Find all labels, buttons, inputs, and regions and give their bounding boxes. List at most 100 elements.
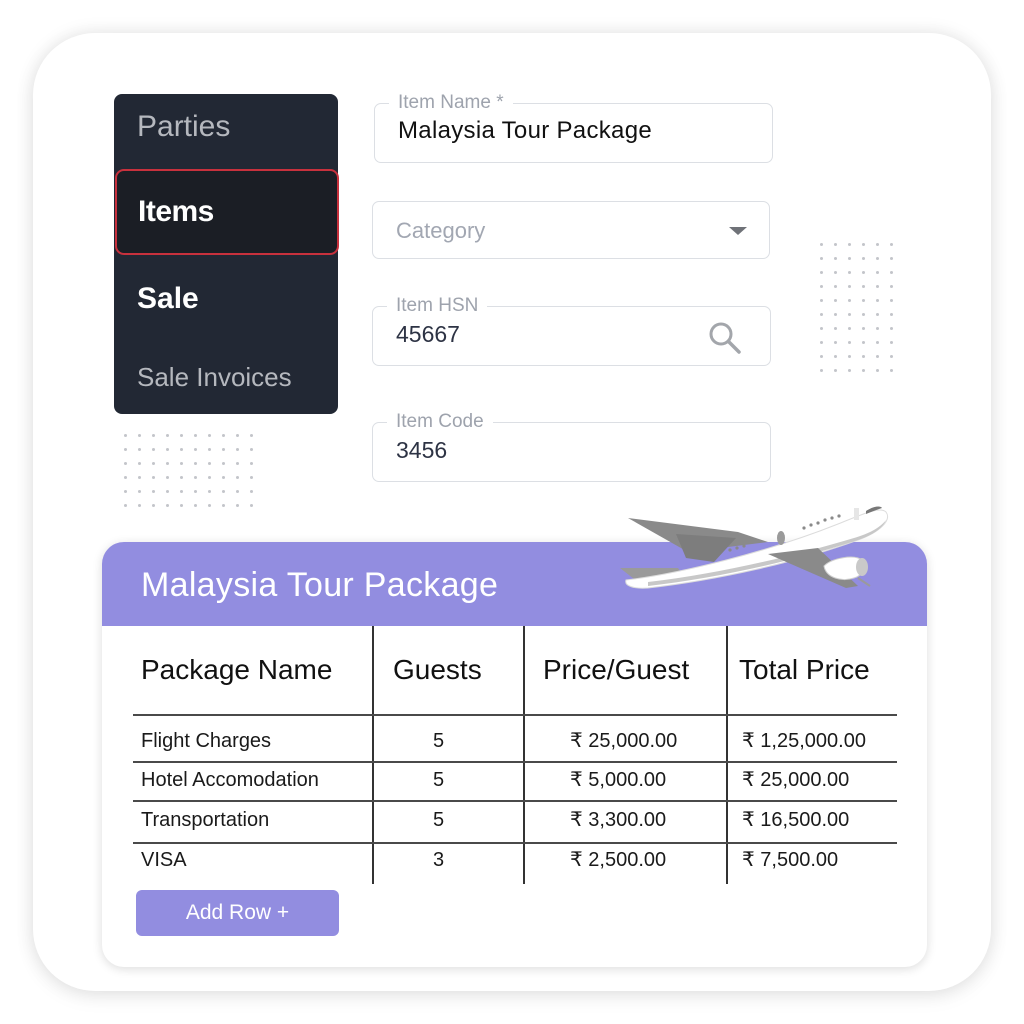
- table-cell-name: Hotel Accomodation: [141, 769, 319, 791]
- item-code-label: Item Code: [387, 411, 493, 433]
- decorative-dot: [236, 504, 239, 507]
- table-cell-name: Transportation: [141, 809, 270, 831]
- decorative-dot: [152, 476, 155, 479]
- row-divider: [133, 842, 897, 844]
- decorative-dot: [848, 355, 851, 358]
- decorative-dot: [848, 299, 851, 302]
- item-name-input[interactable]: Malaysia Tour Package: [398, 116, 652, 146]
- decorative-dot: [820, 313, 823, 316]
- table-cell-price-per-guest: ₹ 25,000.00: [570, 730, 678, 752]
- item-code-input[interactable]: 3456: [396, 435, 447, 465]
- decorative-dot: [834, 341, 837, 344]
- decorative-dot: [862, 257, 865, 260]
- decorative-dot: [834, 257, 837, 260]
- decorative-dot: [834, 355, 837, 358]
- decorative-dot: [236, 476, 239, 479]
- decorative-dot: [208, 490, 211, 493]
- sidebar-item-parties[interactable]: Parties: [114, 108, 338, 152]
- decorative-dot: [152, 434, 155, 437]
- table-cell-guests: 3: [433, 849, 445, 871]
- decorative-dot: [138, 476, 141, 479]
- item-name-field[interactable]: Item Name * Malaysia Tour Package: [374, 92, 773, 163]
- decorative-dot: [876, 313, 879, 316]
- table-cell-price-per-guest: ₹ 5,000.00: [570, 769, 667, 791]
- decorative-dot: [194, 476, 197, 479]
- decorative-dot: [124, 434, 127, 437]
- decorative-dot: [208, 462, 211, 465]
- decorative-dot: [862, 327, 865, 330]
- decorative-dot: [166, 434, 169, 437]
- decorative-dot: [180, 504, 183, 507]
- add-row-button[interactable]: Add Row +: [136, 890, 339, 936]
- decorative-dot: [152, 462, 155, 465]
- decorative-dot: [222, 476, 225, 479]
- chevron-down-icon[interactable]: [729, 227, 747, 235]
- decorative-dot: [862, 313, 865, 316]
- decorative-dot: [138, 490, 141, 493]
- decorative-dot: [194, 490, 197, 493]
- decorative-dot: [876, 355, 879, 358]
- decorative-dot: [208, 434, 211, 437]
- decorative-dot: [876, 257, 879, 260]
- decorative-dot: [820, 243, 823, 246]
- decorative-dot: [250, 504, 253, 507]
- decorative-dot: [890, 341, 893, 344]
- category-select[interactable]: Category: [372, 201, 770, 259]
- decorative-dot: [862, 243, 865, 246]
- decorative-dot: [166, 476, 169, 479]
- decorative-dot: [250, 476, 253, 479]
- decorative-dot: [138, 448, 141, 451]
- decorative-dot: [890, 257, 893, 260]
- column-header: Guests: [393, 654, 482, 685]
- decorative-dot: [890, 355, 893, 358]
- decorative-dot: [848, 285, 851, 288]
- decorative-dot: [222, 504, 225, 507]
- decorative-dot: [124, 448, 127, 451]
- item-code-field[interactable]: Item Code 3456: [372, 411, 771, 482]
- decorative-dot: [236, 490, 239, 493]
- decorative-dot: [890, 285, 893, 288]
- decorative-dot: [848, 243, 851, 246]
- column-divider: [726, 626, 728, 884]
- sidebar-item-items[interactable]: Items: [115, 169, 339, 255]
- decorative-dot: [876, 243, 879, 246]
- decorative-dot: [820, 355, 823, 358]
- sidebar-item-label: Sale Invoices: [137, 362, 292, 392]
- decorative-dot: [862, 355, 865, 358]
- decorative-dot: [250, 448, 253, 451]
- decorative-dot: [194, 434, 197, 437]
- decorative-dot: [876, 341, 879, 344]
- decorative-dot: [862, 285, 865, 288]
- sidebar-item-label: Parties: [137, 110, 231, 143]
- item-hsn-label: Item HSN: [387, 295, 488, 317]
- decorative-dot: [820, 369, 823, 372]
- search-icon[interactable]: [708, 321, 742, 355]
- decorative-dot: [166, 504, 169, 507]
- decorative-dot: [208, 476, 211, 479]
- package-title: Malaysia Tour Package: [141, 566, 499, 604]
- item-hsn-field[interactable]: Item HSN 45667: [372, 295, 771, 366]
- decorative-dot: [890, 243, 893, 246]
- table-cell-name: Flight Charges: [141, 730, 272, 752]
- table-cell-name: VISA: [141, 849, 187, 871]
- item-name-label: Item Name *: [389, 92, 513, 114]
- decorative-dot: [834, 327, 837, 330]
- decorative-dot: [848, 271, 851, 274]
- decorative-dot: [890, 313, 893, 316]
- item-hsn-input[interactable]: 45667: [396, 319, 460, 349]
- table-cell-total: ₹ 25,000.00: [742, 769, 850, 791]
- column-header: Price/Guest: [543, 654, 690, 685]
- sidebar-item-sale[interactable]: Sale: [114, 280, 338, 324]
- row-divider: [133, 761, 897, 763]
- decorative-dot: [124, 476, 127, 479]
- column-header: Total Price: [739, 654, 870, 685]
- row-divider: [133, 800, 897, 802]
- sidebar-item-sale-invoices[interactable]: Sale Invoices: [114, 360, 338, 400]
- decorative-dot: [890, 369, 893, 372]
- decorative-dot: [820, 257, 823, 260]
- decorative-dot: [834, 285, 837, 288]
- sidebar: Parties Items Sale Sale Invoices: [114, 94, 339, 414]
- table-cell-guests: 5: [433, 809, 445, 831]
- decorative-dot: [138, 504, 141, 507]
- decorative-dot: [250, 462, 253, 465]
